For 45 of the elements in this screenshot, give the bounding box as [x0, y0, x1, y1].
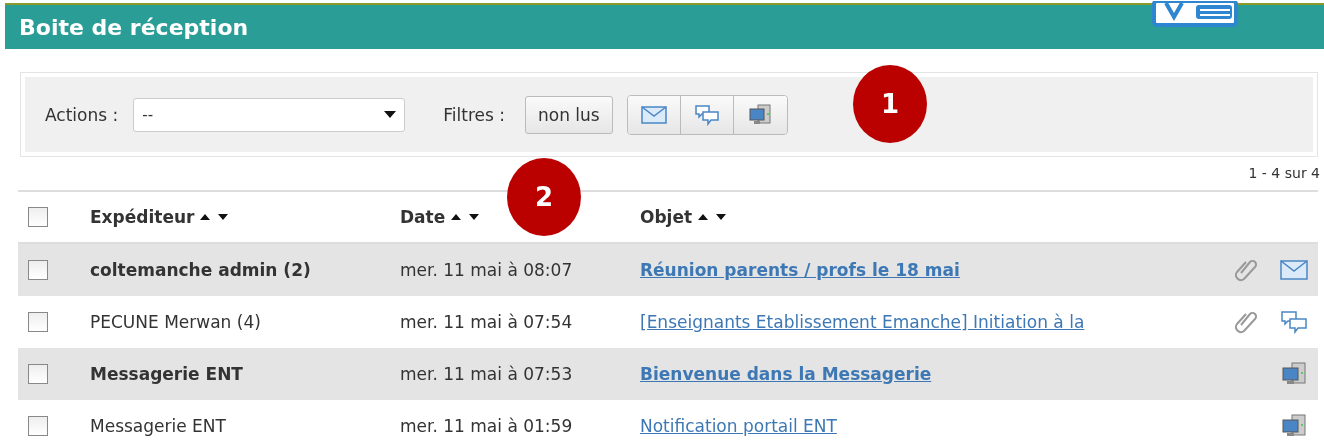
unread-filter-button[interactable]: non lus	[524, 95, 613, 134]
subject-link[interactable]: [Enseignants Etablissement Emanche] Initiation à la	[640, 312, 1085, 332]
message-row[interactable]: Messagerie ENT mer. 11 mai à 07:53 Bienvenue dans la Messagerie	[18, 348, 1318, 400]
date: mer. 11 mai à 07:54	[400, 312, 573, 332]
sort-icon[interactable]	[698, 213, 729, 221]
computer-icon	[1281, 362, 1307, 386]
chat-icon	[1280, 310, 1308, 334]
chat-filter-button[interactable]	[680, 95, 734, 134]
caret-icon	[384, 110, 397, 119]
chat-icon	[693, 103, 720, 126]
subject-link[interactable]: Bienvenue dans la Messagerie	[640, 364, 932, 384]
row-checkbox[interactable]	[28, 312, 48, 332]
select-all-checkbox[interactable]	[28, 207, 48, 227]
actions-label: Actions :	[45, 104, 119, 125]
date: mer. 11 mai à 08:07	[400, 260, 573, 280]
row-checkbox[interactable]	[28, 260, 48, 280]
filters-label: Filtres :	[443, 104, 505, 125]
pagination-count: 1 - 4 sur 4	[1247, 164, 1321, 183]
envelope-icon	[1280, 260, 1308, 280]
date: mer. 11 mai à 01:59	[400, 416, 573, 436]
envelope-filter-button[interactable]	[627, 95, 681, 134]
row-checkbox[interactable]	[28, 364, 48, 384]
column-header[interactable]: Objet	[640, 207, 693, 227]
sort-icon[interactable]	[451, 213, 482, 221]
envelope-icon	[640, 105, 667, 124]
computer-icon	[748, 103, 773, 126]
message-row[interactable]: coltemanche admin (2) mer. 11 mai à 08:07 Réunion parents / profs le 18 mai	[18, 244, 1318, 296]
row-checkbox[interactable]	[28, 416, 48, 436]
sender: Messagerie ENT	[90, 416, 226, 436]
computer-icon	[1281, 414, 1307, 438]
date: mer. 11 mai à 07:53	[400, 364, 573, 384]
actions-dropdown[interactable]: --	[133, 97, 406, 132]
sort-icon[interactable]	[200, 213, 231, 221]
subject-link[interactable]: Réunion parents / profs le 18 mai	[640, 260, 960, 280]
message-row[interactable]: Messagerie ENT mer. 11 mai à 01:59 Notification portail ENT	[18, 400, 1318, 445]
column-header[interactable]: Expéditeur	[90, 207, 195, 227]
sender: coltemanche admin (2)	[90, 260, 311, 280]
sender: PECUNE Merwan (4)	[90, 312, 261, 332]
sender: Messagerie ENT	[90, 364, 243, 384]
page-title: Boite de réception	[19, 14, 249, 40]
message-row[interactable]: PECUNE Merwan (4) mer. 11 mai à 07:54 [Enseignants Etablissement Emanche] Initiation à la	[18, 296, 1318, 348]
callout-badge: 2	[507, 158, 581, 236]
column-header[interactable]: Date	[400, 207, 446, 227]
subject-link[interactable]: Notification portail ENT	[640, 416, 837, 436]
computer-filter-button[interactable]	[733, 95, 787, 134]
